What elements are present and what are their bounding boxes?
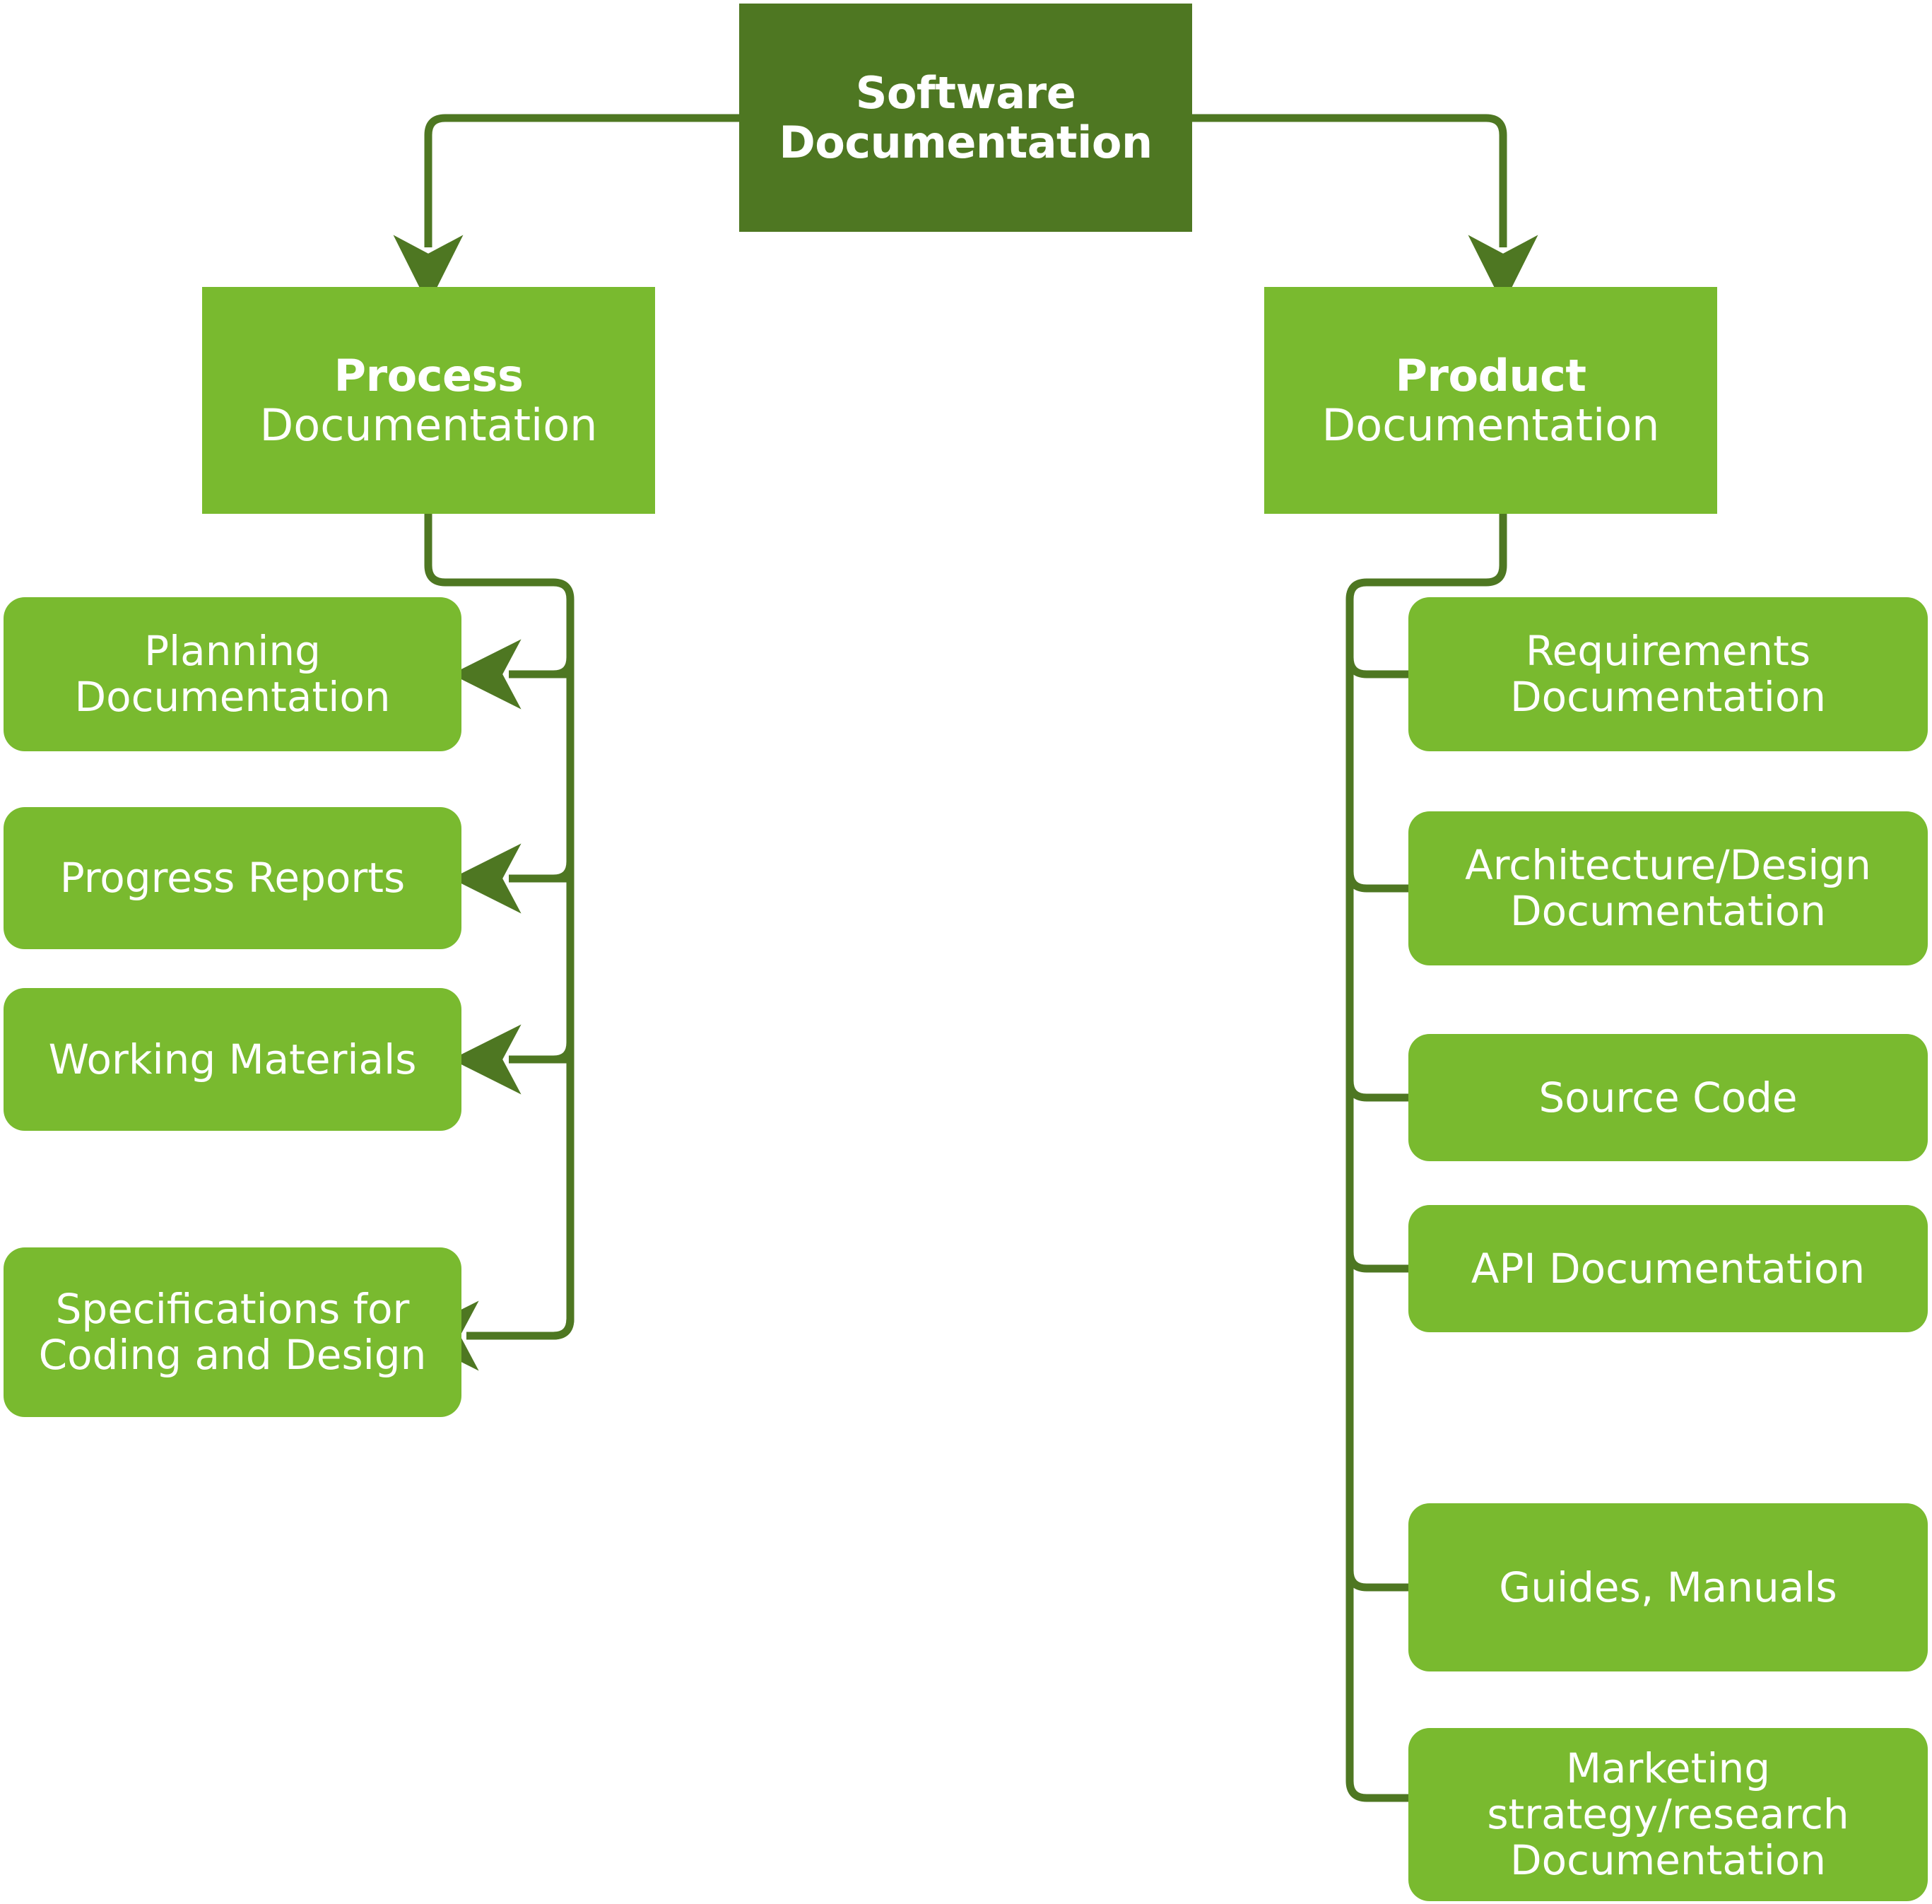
node-specifications-coding-design[interactable]: Specifications for Coding and Design bbox=[4, 1247, 461, 1417]
node-guides-manuals[interactable]: Guides, Manuals bbox=[1408, 1503, 1928, 1671]
leaf-specs-line2: Coding and Design bbox=[38, 1331, 427, 1379]
node-root-line2: Documentation bbox=[779, 116, 1153, 168]
leaf-marketing-line3: Documentation bbox=[1509, 1835, 1827, 1884]
leaf-progress-line1: Progress Reports bbox=[59, 854, 406, 903]
leaf-planning-line1: Planning bbox=[144, 627, 321, 676]
elbow-progress bbox=[553, 854, 575, 883]
node-product-line2: Documentation bbox=[1321, 399, 1660, 451]
node-api-documentation[interactable]: API Documentation bbox=[1408, 1205, 1928, 1332]
node-requirements-documentation[interactable]: Requirements Documentation bbox=[1408, 597, 1928, 751]
edge-root-to-process bbox=[393, 114, 739, 305]
node-working-materials[interactable]: Working Materials bbox=[4, 988, 461, 1131]
node-product-line1: Product bbox=[1395, 350, 1586, 402]
leaf-source-line1: Source Code bbox=[1538, 1073, 1798, 1122]
node-process-line1: Process bbox=[334, 350, 524, 402]
leaf-requirements-line1: Requirements bbox=[1525, 627, 1811, 676]
leaf-working-line1: Working Materials bbox=[48, 1035, 417, 1083]
node-root-line1: Software bbox=[855, 67, 1076, 119]
software-documentation-diagram: Software Documentation Process Documenta… bbox=[0, 0, 1932, 1904]
elbow-working bbox=[553, 1035, 575, 1064]
leaf-architecture-line2: Documentation bbox=[1509, 887, 1827, 935]
leaf-requirements-line2: Documentation bbox=[1509, 673, 1827, 721]
leaf-specs-line1: Specifications for bbox=[55, 1285, 410, 1334]
node-marketing-strategy-research-documentation[interactable]: Marketing strategy/research Documentatio… bbox=[1408, 1728, 1928, 1901]
node-process-documentation[interactable]: Process Documentation bbox=[202, 287, 655, 514]
node-planning-documentation[interactable]: Planning Documentation bbox=[4, 597, 461, 751]
node-source-code[interactable]: Source Code bbox=[1408, 1034, 1928, 1161]
node-software-documentation[interactable]: Software Documentation bbox=[739, 4, 1192, 232]
leaf-api-line1: API Documentation bbox=[1471, 1244, 1866, 1293]
node-progress-reports[interactable]: Progress Reports bbox=[4, 807, 461, 949]
leaf-guides-line1: Guides, Manuals bbox=[1499, 1563, 1837, 1611]
elbow-planning bbox=[553, 650, 575, 678]
leaf-architecture-line1: Architecture/Design bbox=[1465, 841, 1871, 890]
node-process-line2: Documentation bbox=[259, 399, 598, 451]
leaf-marketing-line1: Marketing bbox=[1565, 1744, 1771, 1793]
leaf-marketing-line2: strategy/research bbox=[1487, 1790, 1849, 1839]
edge-root-to-product bbox=[1192, 114, 1538, 305]
node-product-documentation[interactable]: Product Documentation bbox=[1264, 287, 1717, 514]
leaf-planning-line2: Documentation bbox=[74, 673, 391, 721]
elbow-specs bbox=[553, 1312, 575, 1340]
node-architecture-design-documentation[interactable]: Architecture/Design Documentation bbox=[1408, 811, 1928, 965]
